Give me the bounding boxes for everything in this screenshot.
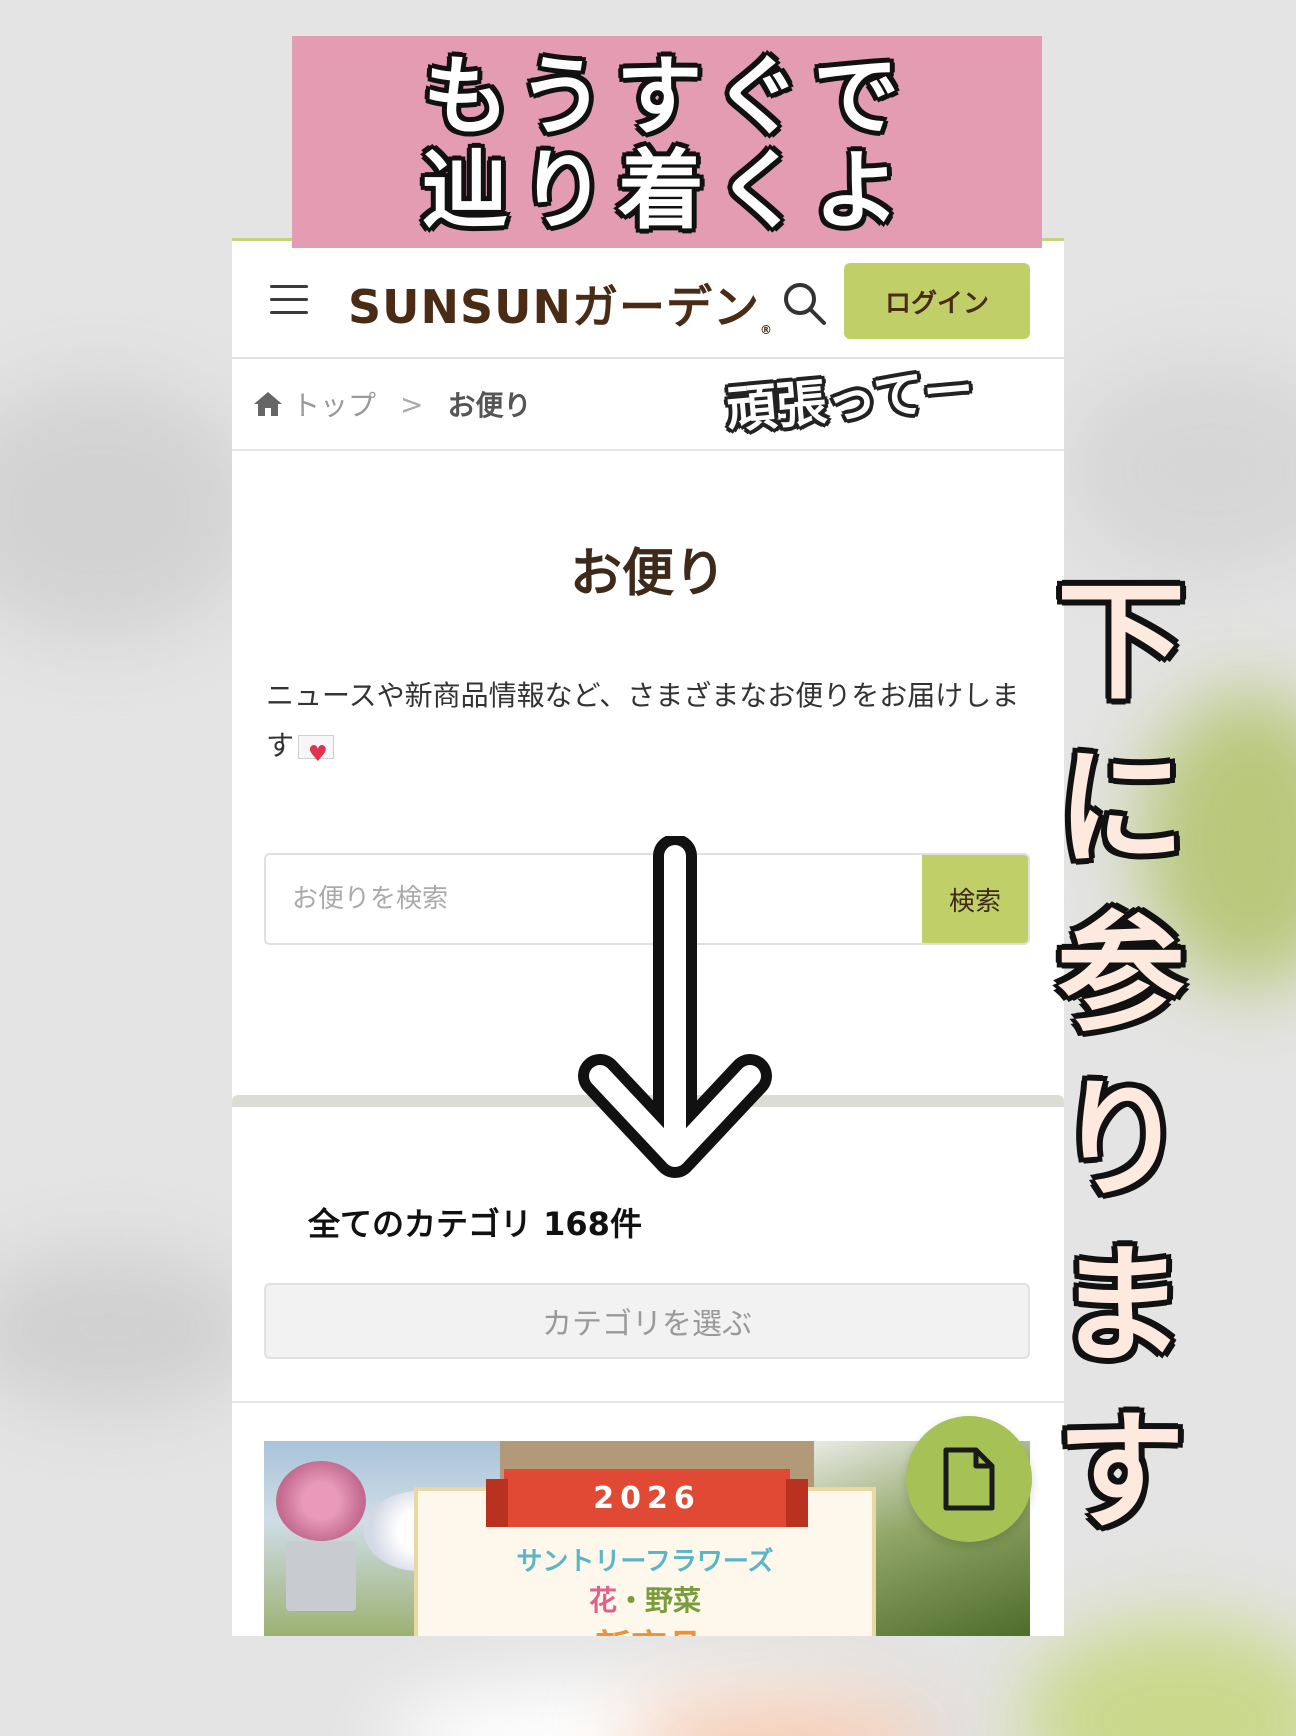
breadcrumb-current: お便り bbox=[447, 389, 532, 422]
page-title: お便り bbox=[569, 544, 726, 604]
down-arrow-icon bbox=[578, 836, 772, 1178]
category-count: 全てのカテゴリ 168件 bbox=[308, 1205, 642, 1243]
document-icon bbox=[943, 1447, 995, 1511]
search-icon[interactable] bbox=[780, 279, 828, 327]
letter-heart-icon bbox=[298, 730, 335, 780]
overlay-title: もうすぐで 辿り着くよ bbox=[422, 47, 912, 241]
menu-icon[interactable] bbox=[270, 285, 308, 315]
home-icon[interactable] bbox=[252, 388, 284, 420]
banner-year-ribbon: 2026 bbox=[486, 1469, 808, 1527]
site-logo[interactable]: SUNSUNガーデン® bbox=[348, 271, 773, 337]
login-button[interactable]: ログイン bbox=[844, 263, 1030, 339]
breadcrumb-top-link[interactable]: トップ bbox=[292, 384, 376, 424]
banner-subtitle: 花・野菜 bbox=[588, 1584, 702, 1617]
page-description: ニュースや新商品情報など、さまざまなお便りをお届けします bbox=[266, 671, 1026, 780]
breadcrumb-separator: > bbox=[400, 387, 424, 421]
search-button[interactable]: 検索 bbox=[922, 855, 1028, 943]
overlay-vertical-text: 下 に 参 り ま す bbox=[1056, 568, 1185, 1547]
banner-headline: 新商品 bbox=[524, 1619, 774, 1636]
site-header: SUNSUNガーデン® ログイン bbox=[232, 241, 1064, 359]
category-select[interactable]: カテゴリを選ぶ bbox=[264, 1283, 1030, 1359]
section-divider bbox=[232, 1401, 1064, 1403]
document-fab-button[interactable] bbox=[906, 1416, 1032, 1542]
banner-brand: サントリーフラワーズ bbox=[516, 1547, 774, 1577]
